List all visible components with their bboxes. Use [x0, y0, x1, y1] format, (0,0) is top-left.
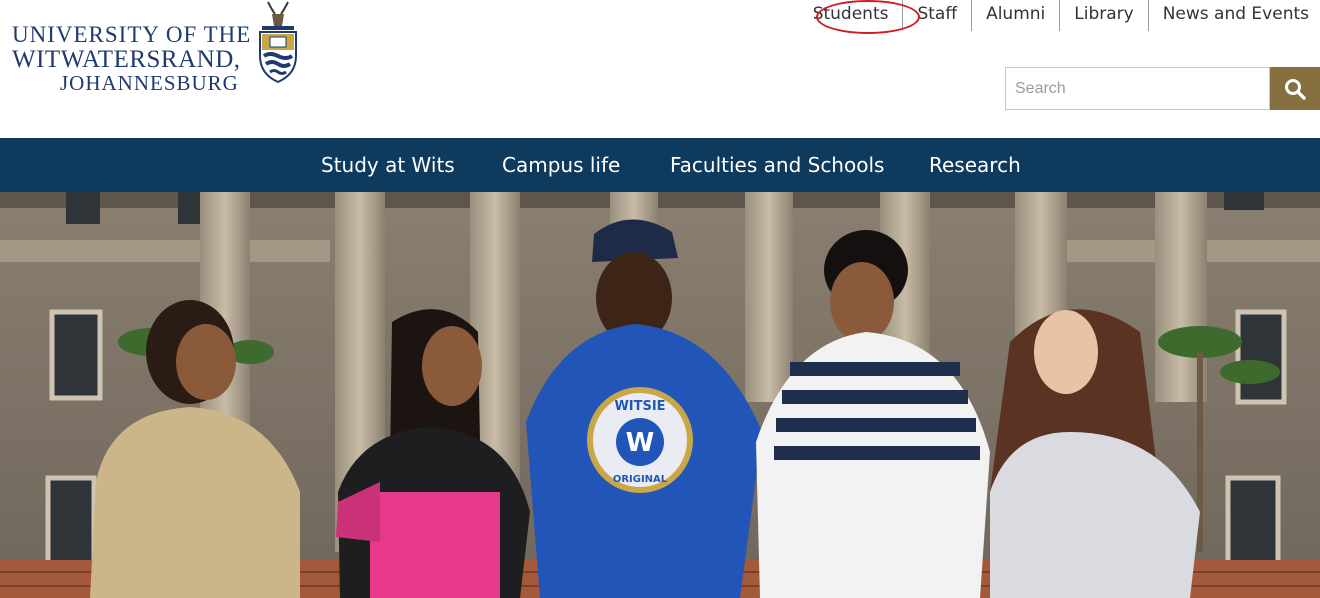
search-input[interactable]: [1005, 67, 1270, 110]
util-link-news-and-events[interactable]: News and Events: [1147, 0, 1320, 31]
logo-line-1: UNIVERSITY OF THE: [12, 22, 252, 47]
university-logo[interactable]: UNIVERSITY OF THE WITWATERSRAND, JOHANNE…: [12, 0, 312, 104]
logo-line-2: WITWATERSRAND,: [12, 46, 241, 73]
nav-research[interactable]: Research: [929, 138, 1021, 192]
logo-line-3: JOHANNESBURG: [60, 71, 239, 95]
search-button[interactable]: [1270, 67, 1320, 110]
util-link-staff[interactable]: Staff: [902, 0, 971, 31]
magnifier-icon: [1285, 78, 1306, 100]
util-link-library[interactable]: Library: [1059, 0, 1147, 31]
utility-nav: Students Staff Alumni Library News and E…: [799, 0, 1320, 31]
util-link-students[interactable]: Students: [799, 0, 903, 31]
hero-image: W WITSIE ORIGINAL: [0, 192, 1320, 598]
shirt-ring-text: ORIGINAL: [613, 474, 668, 485]
hero-illustration: W WITSIE ORIGINAL: [0, 192, 1320, 598]
nav-study-at-wits[interactable]: Study at Wits: [321, 138, 455, 192]
shirt-badge-letter: W: [626, 428, 655, 458]
shirt-text: WITSIE: [614, 399, 665, 414]
coat-of-arms-icon: [259, 1, 297, 84]
nav-campus-life[interactable]: Campus life: [502, 138, 620, 192]
site-header: UNIVERSITY OF THE WITWATERSRAND, JOHANNE…: [0, 0, 1320, 138]
util-link-alumni[interactable]: Alumni: [971, 0, 1059, 31]
logo-wordmark: UNIVERSITY OF THE WITWATERSRAND, JOHANNE…: [12, 22, 251, 94]
nav-faculties-and-schools[interactable]: Faculties and Schools: [670, 138, 884, 192]
main-nav: Study at Wits Campus life Faculties and …: [0, 138, 1320, 192]
